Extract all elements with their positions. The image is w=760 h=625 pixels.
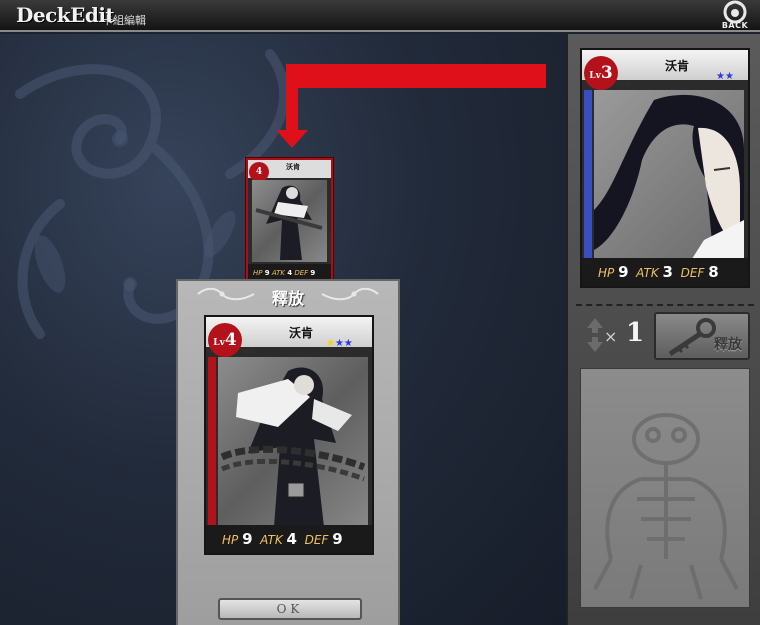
dialog-card-hp: 9 — [242, 530, 253, 548]
title-ornament-right — [321, 287, 379, 301]
back-label: BACK — [721, 21, 749, 30]
ok-button[interactable]: OK — [218, 598, 362, 620]
dialog-card-art — [218, 357, 368, 529]
detail-card-level-prefix: Lv — [589, 71, 601, 81]
release-button[interactable]: 釋放 — [654, 312, 750, 360]
screen-subtitle: 卡組編輯 — [102, 14, 146, 27]
card-detail-panel: 沃肯 ★★ next Lv3 HP 9 ATK 3 DEF 8 × 1 釋放 — [566, 34, 760, 625]
field-card[interactable]: 沃肯 4 HP 9 ATK 4 DEF 9 — [246, 158, 333, 284]
dialog-card-atk-label: ATK — [260, 533, 283, 547]
detail-card-next: next — [616, 80, 632, 88]
app-logo: DeckEdit — [16, 3, 115, 27]
field-card-level: 4 — [255, 167, 263, 177]
field-card-def: 9 — [310, 269, 316, 277]
field-card-name: 沃肯 — [286, 163, 300, 171]
panel-divider — [576, 304, 754, 306]
emblem-panel — [580, 368, 750, 608]
card-count: × 1 — [582, 316, 652, 356]
up-down-arrows-icon — [587, 318, 603, 352]
detail-card-level-badge: Lv3 — [584, 56, 618, 90]
detail-card-level: 3 — [600, 63, 613, 83]
field-card-hp-label: HP — [253, 269, 263, 277]
release-label: 釋放 — [714, 337, 742, 353]
top-bar: DeckEdit 卡組編輯 BACK — [0, 0, 760, 32]
dialog-card-atk: 4 — [286, 530, 297, 548]
detail-card-atk-label: ATK — [636, 266, 659, 280]
detail-card-stars: ★★ — [716, 71, 734, 82]
detail-card-art — [594, 90, 744, 262]
dialog-card-def-label: DEF — [304, 533, 329, 547]
detail-card-def-label: DEF — [680, 266, 705, 280]
count-times: × — [604, 327, 618, 346]
pointer-arrow — [278, 64, 546, 148]
back-button[interactable]: BACK — [716, 0, 754, 31]
key-icon — [668, 318, 716, 356]
detail-card-side-bar — [584, 90, 592, 260]
dialog-card-hp-label: HP — [222, 533, 239, 547]
dialog-card-side-bar — [208, 357, 216, 527]
dialog-card: 沃肯 ★★★ next Lv4 HP 9 ATK 4 DEF 9 — [204, 315, 374, 555]
field-card-art — [252, 180, 327, 262]
field-card-atk-label: ATK — [271, 269, 285, 277]
count-value: 1 — [626, 318, 645, 348]
detail-card-atk: 3 — [662, 263, 673, 281]
field-card-level-badge: 4 — [249, 162, 269, 182]
detail-card-hp-label: HP — [598, 266, 615, 280]
skeleton-emblem-icon — [593, 413, 739, 600]
dialog-card-level-prefix: Lv — [213, 338, 225, 348]
dialog-card-level: 4 — [224, 330, 237, 350]
dialog-card-next: next — [240, 347, 256, 355]
dialog-card-stars: ★★★ — [326, 338, 353, 349]
field-card-hp: 9 — [264, 269, 270, 277]
detail-card-def: 8 — [708, 263, 719, 281]
release-dialog: 釋放 沃肯 ★★★ next Lv4 HP 9 ATK 4 DEF 9 OK — [176, 279, 400, 625]
field-card-def-label: DEF — [294, 269, 309, 277]
dialog-card-def: 9 — [332, 530, 343, 548]
detail-card: 沃肯 ★★ next Lv3 HP 9 ATK 3 DEF 8 — [580, 48, 750, 288]
detail-card-stats: HP 9 ATK 3 DEF 8 — [582, 258, 748, 286]
detail-card-hp: 9 — [618, 263, 629, 281]
dialog-card-stats: HP 9 ATK 4 DEF 9 — [206, 525, 372, 553]
field-card-atk: 4 — [287, 269, 293, 277]
dialog-card-level-badge: Lv4 — [208, 323, 242, 357]
